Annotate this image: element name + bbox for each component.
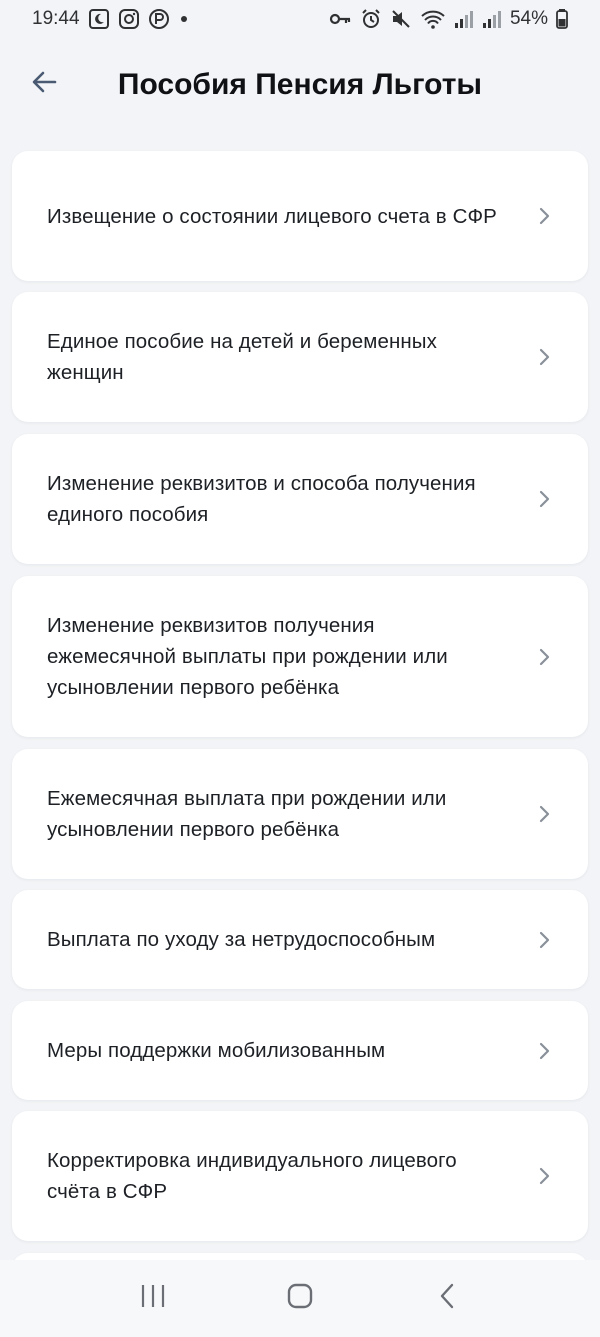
status-right: 54% [328, 8, 568, 30]
chevron-right-icon [536, 805, 554, 823]
wifi-icon [420, 8, 446, 30]
chevron-right-icon [536, 648, 554, 666]
app-header: Пособия Пенсия Льготы [0, 52, 600, 116]
menu-item-label: Изменение реквизитов и способа получения… [47, 472, 476, 526]
battery-icon [556, 8, 568, 30]
chevron-right-icon [536, 207, 554, 225]
night-mode-icon [88, 8, 110, 30]
recent-apps-icon [139, 1283, 167, 1314]
menu-item-label: Выплата по уходу за нетрудоспособным [47, 928, 436, 951]
menu-item-label: Корректировка индивидуального лицевого с… [47, 1149, 457, 1203]
home-button[interactable] [270, 1269, 330, 1329]
menu-item-label: Ежемесячная выплата при рождении или усы… [47, 787, 447, 841]
recent-apps-button[interactable] [123, 1269, 183, 1329]
menu-item-unified-allowance[interactable]: Единое пособие на детей и беременных жен… [12, 292, 588, 422]
chevron-right-icon [536, 1042, 554, 1060]
menu-item-label: Меры поддержки мобилизованным [47, 1039, 386, 1062]
menu-item-label: Извещение о состоянии лицевого счета в С… [47, 204, 497, 228]
status-time: 19:44 [32, 8, 80, 29]
p-app-icon [148, 8, 170, 30]
page-title: Пособия Пенсия Льготы [117, 68, 483, 101]
chevron-right-icon [536, 931, 554, 949]
instagram-icon [118, 8, 140, 30]
signal-icon [454, 8, 474, 30]
menu-item-account-correction[interactable]: Корректировка индивидуального лицевого с… [12, 1111, 588, 1241]
menu-item-label: Изменение реквизитов получения ежемесячн… [47, 614, 448, 699]
menu-item-monthly-payment-first-child[interactable]: Ежемесячная выплата при рождении или усы… [12, 749, 588, 879]
signal-icon [482, 8, 502, 30]
chevron-right-icon [536, 1167, 554, 1185]
status-left: 19:44 [32, 8, 190, 30]
back-icon [437, 1282, 457, 1315]
menu-item-mobilized-support[interactable]: Меры поддержки мобилизованным [12, 1001, 588, 1100]
dot-icon [178, 8, 190, 30]
chevron-right-icon [536, 348, 554, 366]
menu-item-care-payment[interactable]: Выплата по уходу за нетрудоспособным [12, 890, 588, 989]
system-nav-bar [0, 1260, 600, 1337]
menu-item-account-notice[interactable]: Извещение о состоянии лицевого счета в С… [12, 151, 588, 281]
home-icon [286, 1282, 314, 1315]
chevron-right-icon [536, 490, 554, 508]
battery-level: 54% [509, 8, 548, 29]
menu-item-change-details-first-child[interactable]: Изменение реквизитов получения ежемесячн… [12, 576, 588, 737]
mute-icon [390, 8, 412, 30]
alarm-icon [360, 8, 382, 30]
status-bar: 19:44 54% [0, 0, 600, 38]
key-icon [328, 8, 352, 30]
back-nav-button[interactable] [417, 1269, 477, 1329]
menu-item-label: Единое пособие на детей и беременных жен… [47, 330, 437, 384]
menu-item-change-details-allowance[interactable]: Изменение реквизитов и способа получения… [12, 434, 588, 564]
